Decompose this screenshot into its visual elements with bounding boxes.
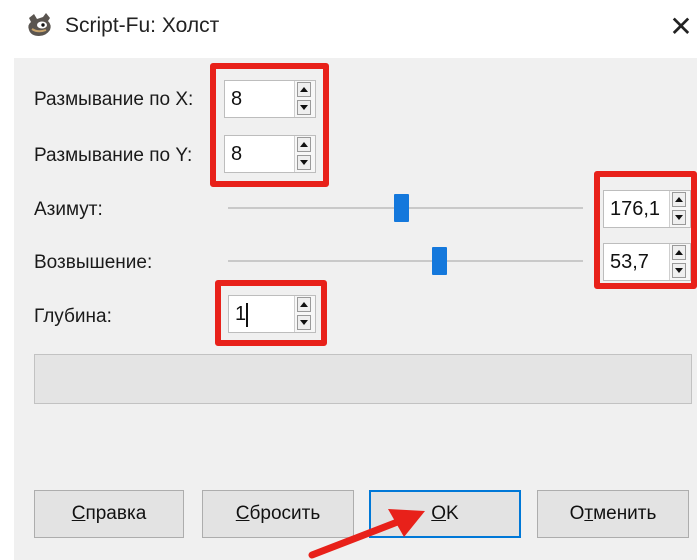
blur-y-label: Размывание по Y:	[34, 145, 193, 166]
title-bar: Script-Fu: Холст ✕	[0, 0, 697, 55]
ok-label: K	[446, 503, 459, 524]
azimuth-label: Азимут:	[34, 199, 103, 220]
cancel-label: менить	[593, 503, 657, 524]
blur-x-label: Размывание по X:	[34, 89, 194, 110]
gimp-wilber-icon	[28, 13, 51, 36]
progress-bar	[34, 354, 692, 404]
help-mnemonic: С	[71, 503, 86, 524]
script-fu-dialog: Script-Fu: Холст ✕ Размывание по X: 8 Ра…	[0, 0, 697, 560]
elevation-slider-thumb[interactable]	[432, 247, 448, 275]
close-icon[interactable]: ✕	[666, 10, 696, 44]
azimuth-slider-thumb[interactable]	[394, 194, 410, 222]
elevation-label: Возвышение:	[34, 252, 153, 273]
window-title: Script-Fu: Холст	[65, 14, 220, 37]
highlight-box-blur	[210, 63, 329, 187]
dialog-content	[14, 58, 697, 560]
red-pointer-arrow-icon	[308, 509, 425, 559]
help-label: правка	[85, 503, 147, 524]
depth-label: Глубина:	[34, 306, 112, 327]
reset-mnemonic: С	[235, 503, 250, 524]
cancel-mnemonic: т	[584, 503, 594, 524]
highlight-box-depth	[215, 280, 327, 346]
highlight-box-angles	[594, 171, 697, 289]
help-button[interactable]: Справка	[34, 490, 184, 538]
cancel-button[interactable]: Отменить	[537, 490, 689, 538]
elevation-slider-track[interactable]	[228, 260, 583, 262]
cancel-prefix: О	[569, 503, 585, 524]
